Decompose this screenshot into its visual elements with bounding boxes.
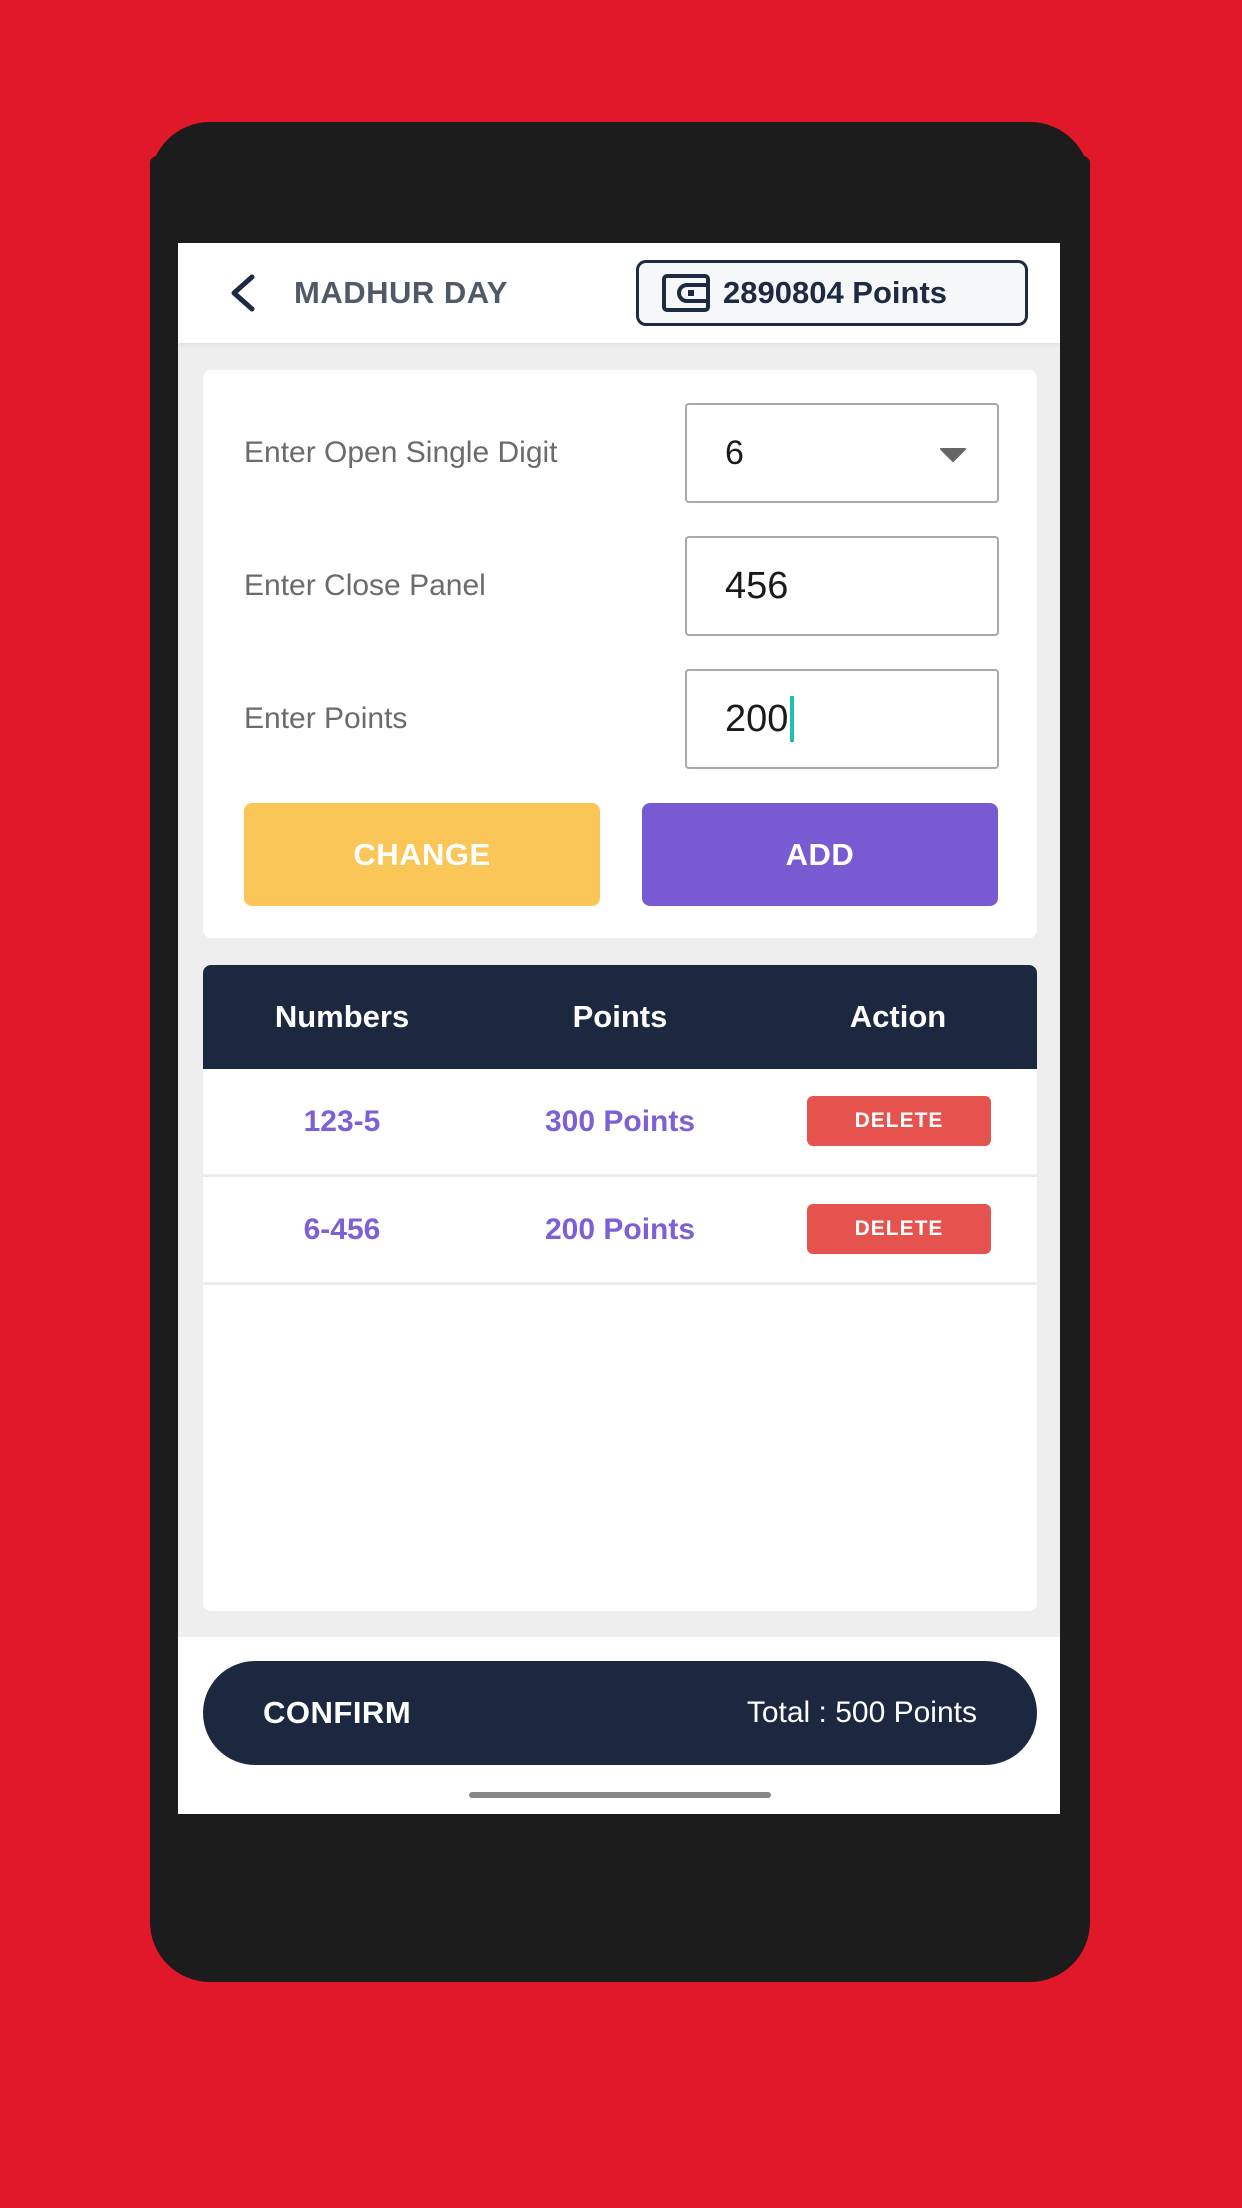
points-value: 200 <box>725 697 789 740</box>
column-header-action: Action <box>849 999 947 1034</box>
back-icon[interactable] <box>224 273 264 313</box>
change-button[interactable]: CHANGE <box>244 803 600 906</box>
table-row: 6-456 200 Points DELETE <box>203 1177 1037 1285</box>
total-points: Total : 500 Points <box>746 1696 977 1729</box>
caret-down-icon <box>940 448 966 462</box>
points-row: Enter Points 200 <box>203 669 1037 769</box>
close-panel-label: Enter Close Panel <box>244 569 486 602</box>
page-title: MADHUR DAY <box>294 275 508 310</box>
wallet-icon <box>662 274 710 312</box>
wallet-balance[interactable]: 2890804 Points <box>636 260 1028 326</box>
close-panel-row: Enter Close Panel 456 <box>203 536 1037 636</box>
app-screen: MADHUR DAY 2890804 Points Enter Open Sin… <box>178 243 1060 1814</box>
open-digit-dropdown[interactable]: 6 <box>685 403 999 503</box>
column-header-numbers: Numbers <box>274 999 410 1034</box>
footer: CONFIRM Total : 500 Points <box>178 1637 1060 1814</box>
row-number: 123-5 <box>303 1105 381 1138</box>
row-points: 200 Points <box>544 1213 696 1246</box>
home-indicator[interactable] <box>469 1792 771 1798</box>
table-header: Numbers Points Action <box>203 965 1037 1069</box>
confirm-button[interactable]: CONFIRM Total : 500 Points <box>203 1661 1037 1765</box>
wallet-points: 2890804 Points <box>723 275 948 310</box>
open-digit-label: Enter Open Single Digit <box>244 436 558 469</box>
open-digit-value: 6 <box>725 433 744 472</box>
close-panel-input[interactable]: 456 <box>685 536 999 636</box>
close-panel-value: 456 <box>725 564 789 607</box>
top-bar: MADHUR DAY 2890804 Points <box>178 243 1060 343</box>
points-label: Enter Points <box>244 702 408 735</box>
table-row: 123-5 300 Points DELETE <box>203 1069 1037 1177</box>
delete-button[interactable]: DELETE <box>807 1204 991 1254</box>
phone-frame-top <box>150 122 1090 242</box>
bets-table: Numbers Points Action 123-5 300 Points D… <box>203 965 1037 1611</box>
text-cursor <box>790 696 795 742</box>
delete-button[interactable]: DELETE <box>807 1096 991 1146</box>
confirm-label: CONFIRM <box>263 1695 412 1730</box>
bet-form: Enter Open Single Digit 6 Enter Close Pa… <box>203 370 1037 938</box>
add-button[interactable]: ADD <box>642 803 998 906</box>
points-input[interactable]: 200 <box>685 669 999 769</box>
open-digit-row: Enter Open Single Digit 6 <box>203 403 1037 503</box>
column-header-points: Points <box>572 999 668 1034</box>
row-number: 6-456 <box>303 1213 381 1246</box>
row-points: 300 Points <box>544 1105 696 1138</box>
